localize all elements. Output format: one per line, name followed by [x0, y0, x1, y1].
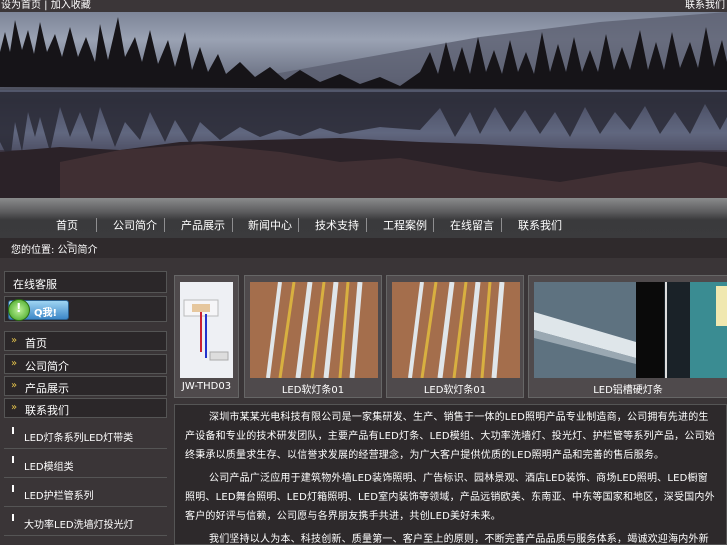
led-strip-image	[392, 282, 520, 378]
bullet-icon	[12, 427, 14, 434]
sidebar-item-about[interactable]: » 公司简介	[4, 354, 167, 374]
banner-image	[0, 12, 727, 198]
product-caption: LED铝槽硬灯条	[593, 385, 663, 396]
nav-divider	[501, 218, 502, 232]
product-card[interactable]: LED铝槽硬灯条	[528, 275, 727, 398]
sidebar-item-products[interactable]: » 产品展示	[4, 376, 167, 396]
category-label: 大功率LED洗墙灯投光灯	[24, 520, 134, 531]
nav-divider	[298, 218, 299, 232]
online-service-box: ! Q我!	[4, 296, 167, 322]
nav-item-message[interactable]: 在线留言	[449, 218, 495, 234]
breadcrumb: 您的位置: 公司简介 >	[0, 238, 727, 258]
sidebar-item-label: 联系我们	[25, 404, 69, 417]
sidebar-item-contact[interactable]: » 联系我们	[4, 398, 167, 418]
qq-chat-button[interactable]: ! Q我!	[8, 299, 69, 321]
chevron-right-icon: »	[11, 402, 18, 413]
sidebar-title-text: 在线客服	[13, 278, 57, 291]
nav-item-products[interactable]: 产品展示	[180, 218, 226, 234]
product-card[interactable]: JW-THD03	[174, 275, 239, 398]
bullet-icon	[12, 485, 14, 492]
led-strip-image	[250, 282, 378, 378]
product-card[interactable]: LED软灯条01	[244, 275, 382, 398]
led-aluminum-bar-image	[534, 282, 727, 378]
bullet-icon	[12, 456, 14, 463]
nav-item-news[interactable]: 新闻中心	[247, 218, 293, 234]
sidebar-item-home[interactable]: » 首页	[4, 331, 167, 351]
nav-divider	[366, 218, 367, 232]
category-item[interactable]: LED模组类	[4, 450, 167, 478]
nav-divider	[96, 218, 97, 232]
exclamation-icon: !	[8, 299, 30, 321]
nav-item-cases[interactable]: 工程案例	[382, 218, 428, 234]
category-label: LED护栏管系列	[24, 491, 94, 502]
article-paragraph: 深圳市某某光电科技有限公司是一家集研发、生产、销售于一体的LED照明产品专业制造…	[185, 412, 715, 461]
nav-item-about[interactable]: 公司简介	[112, 218, 158, 234]
nav-divider	[232, 218, 233, 232]
category-label: LED灯条系列LED灯带类	[24, 433, 134, 444]
top-bar: 设为首页 | 加入收藏 联系我们	[0, 0, 727, 12]
nav-item-home[interactable]: 首页	[54, 218, 80, 234]
category-item[interactable]: LED灯条系列LED灯带类	[4, 421, 167, 449]
chevron-right-icon: »	[11, 380, 18, 391]
nav-item-support[interactable]: 技术支持	[314, 218, 360, 234]
sidebar-item-label: 首页	[25, 337, 47, 350]
category-item[interactable]: LED护栏管系列	[4, 479, 167, 507]
product-caption: JW-THD03	[181, 381, 232, 392]
nav-divider	[433, 218, 434, 232]
lake-forest-scene	[0, 12, 727, 198]
breadcrumb-arrow-icon: >	[66, 239, 74, 249]
main-nav: 首页 公司简介 产品展示 新闻中心 技术支持 工程案例 在线留言 联系我们	[0, 198, 727, 238]
nav-item-contact[interactable]: 联系我们	[517, 218, 563, 234]
company-intro-article: 深圳市某某光电科技有限公司是一家集研发、生产、销售于一体的LED照明产品专业制造…	[174, 404, 727, 545]
power-adapter-image	[180, 282, 233, 378]
sidebar-title: 在线客服	[4, 271, 167, 293]
breadcrumb-text: 您的位置: 公司简介	[11, 245, 98, 256]
sidebar-item-label: 公司简介	[25, 360, 69, 373]
chevron-right-icon: »	[11, 335, 18, 346]
product-caption: LED软灯条01	[423, 385, 487, 396]
article-paragraph: 我们坚持以人为本、科技创新、质量第一、客户至上的原则，不断完善产品品质与服务体系…	[209, 534, 709, 545]
category-label: LED模组类	[24, 462, 74, 473]
product-card[interactable]: LED软灯条01	[386, 275, 524, 398]
sidebar-item-label: 产品展示	[25, 382, 69, 395]
qq-button-label: Q我!	[34, 308, 58, 319]
bullet-icon	[12, 514, 14, 521]
nav-divider	[164, 218, 165, 232]
chevron-right-icon: »	[11, 358, 18, 369]
category-item[interactable]: 大功率LED洗墙灯投光灯	[4, 508, 167, 536]
article-paragraph: 公司产品广泛应用于建筑物外墙LED装饰照明、广告标识、园林景观、酒店LED装饰、…	[185, 473, 715, 522]
product-caption: LED软灯条01	[281, 385, 345, 396]
top-links[interactable]: 设为首页 | 加入收藏	[1, 0, 91, 12]
contact-link[interactable]: 联系我们	[685, 0, 725, 12]
